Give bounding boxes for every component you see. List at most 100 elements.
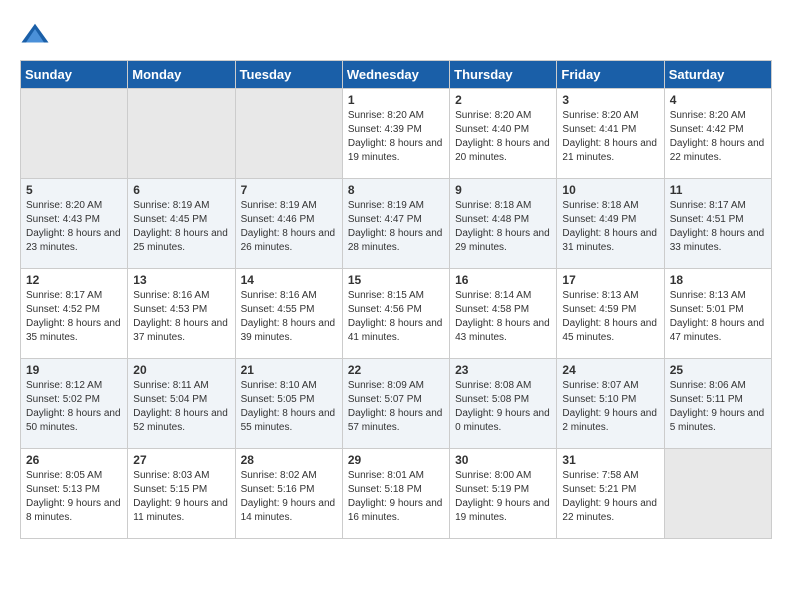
day-info: Sunrise: 8:19 AMSunset: 4:45 PMDaylight:… xyxy=(133,199,229,255)
header-day-wednesday: Wednesday xyxy=(342,61,449,89)
calendar-cell: 3 Sunrise: 8:20 AMSunset: 4:41 PMDaylight… xyxy=(557,89,664,179)
calendar-cell: 28 Sunrise: 8:02 AMSunset: 5:16 PMDayligh… xyxy=(235,449,342,539)
logo xyxy=(20,20,54,50)
calendar-body: 1 Sunrise: 8:20 AMSunset: 4:39 PMDaylight… xyxy=(21,89,772,539)
calendar-cell: 14Sunrise: 8:16 AMSunset: 4:55 PMDayligh… xyxy=(235,269,342,359)
day-number: 4 xyxy=(670,93,766,107)
day-info: Sunrise: 8:16 AMSunset: 4:53 PMDaylight:… xyxy=(133,289,229,345)
day-info: Sunrise: 8:18 AMSunset: 4:48 PMDaylight:… xyxy=(455,199,551,255)
calendar-header: SundayMondayTuesdayWednesdayThursdayFrid… xyxy=(21,61,772,89)
calendar-cell: 1 Sunrise: 8:20 AMSunset: 4:39 PMDaylight… xyxy=(342,89,449,179)
day-info: Sunrise: 8:20 AMSunset: 4:42 PMDaylight:… xyxy=(670,109,766,165)
calendar-cell: 11Sunrise: 8:17 AMSunset: 4:51 PMDayligh… xyxy=(664,179,771,269)
day-number: 6 xyxy=(133,183,229,197)
calendar-table: SundayMondayTuesdayWednesdayThursdayFrid… xyxy=(20,60,772,539)
day-number: 16 xyxy=(455,273,551,287)
day-info: Sunrise: 8:20 AMSunset: 4:43 PMDaylight:… xyxy=(26,199,122,255)
header-day-thursday: Thursday xyxy=(450,61,557,89)
day-info: Sunrise: 8:08 AMSunset: 5:08 PMDaylight:… xyxy=(455,379,551,435)
day-number: 24 xyxy=(562,363,658,377)
calendar-cell xyxy=(235,89,342,179)
header-day-monday: Monday xyxy=(128,61,235,89)
day-info: Sunrise: 8:07 AMSunset: 5:10 PMDaylight:… xyxy=(562,379,658,435)
day-info: Sunrise: 8:17 AMSunset: 4:52 PMDaylight:… xyxy=(26,289,122,345)
day-info: Sunrise: 8:18 AMSunset: 4:49 PMDaylight:… xyxy=(562,199,658,255)
day-number: 29 xyxy=(348,453,444,467)
calendar-cell: 7Sunrise: 8:19 AMSunset: 4:46 PMDaylight… xyxy=(235,179,342,269)
header-day-sunday: Sunday xyxy=(21,61,128,89)
calendar-cell: 13Sunrise: 8:16 AMSunset: 4:53 PMDayligh… xyxy=(128,269,235,359)
day-number: 8 xyxy=(348,183,444,197)
calendar-cell: 6 Sunrise: 8:19 AMSunset: 4:45 PMDaylight… xyxy=(128,179,235,269)
day-info: Sunrise: 8:00 AMSunset: 5:19 PMDaylight:… xyxy=(455,469,551,525)
page-header xyxy=(20,20,772,50)
day-info: Sunrise: 8:16 AMSunset: 4:55 PMDaylight:… xyxy=(241,289,337,345)
day-number: 3 xyxy=(562,93,658,107)
day-info: Sunrise: 8:13 AMSunset: 4:59 PMDaylight:… xyxy=(562,289,658,345)
header-row: SundayMondayTuesdayWednesdayThursdayFrid… xyxy=(21,61,772,89)
header-day-tuesday: Tuesday xyxy=(235,61,342,89)
day-info: Sunrise: 8:20 AMSunset: 4:41 PMDaylight:… xyxy=(562,109,658,165)
day-number: 19 xyxy=(26,363,122,377)
day-info: Sunrise: 8:13 AMSunset: 5:01 PMDaylight:… xyxy=(670,289,766,345)
day-number: 17 xyxy=(562,273,658,287)
day-number: 26 xyxy=(26,453,122,467)
day-info: Sunrise: 8:17 AMSunset: 4:51 PMDaylight:… xyxy=(670,199,766,255)
day-info: Sunrise: 8:06 AMSunset: 5:11 PMDaylight:… xyxy=(670,379,766,435)
calendar-cell: 22Sunrise: 8:09 AMSunset: 5:07 PMDayligh… xyxy=(342,359,449,449)
week-row: 12 Sunrise: 8:17 AMSunset: 4:52 PMDayligh… xyxy=(21,269,772,359)
week-row: 19 Sunrise: 8:12 AMSunset: 5:02 PMDayligh… xyxy=(21,359,772,449)
day-number: 31 xyxy=(562,453,658,467)
calendar-cell: 17 Sunrise: 8:13 AMSunset: 4:59 PMDayligh… xyxy=(557,269,664,359)
day-number: 2 xyxy=(455,93,551,107)
calendar-cell: 8 Sunrise: 8:19 AMSunset: 4:47 PMDaylight… xyxy=(342,179,449,269)
calendar-cell: 19 Sunrise: 8:12 AMSunset: 5:02 PMDayligh… xyxy=(21,359,128,449)
calendar-cell xyxy=(128,89,235,179)
calendar-cell: 12 Sunrise: 8:17 AMSunset: 4:52 PMDayligh… xyxy=(21,269,128,359)
day-info: Sunrise: 8:09 AMSunset: 5:07 PMDaylight:… xyxy=(348,379,444,435)
calendar-cell: 18 Sunrise: 8:13 AMSunset: 5:01 PMDayligh… xyxy=(664,269,771,359)
calendar-cell: 24 Sunrise: 8:07 AMSunset: 5:10 PMDayligh… xyxy=(557,359,664,449)
day-info: Sunrise: 8:02 AMSunset: 5:16 PMDaylight:… xyxy=(241,469,337,525)
day-info: Sunrise: 8:03 AMSunset: 5:15 PMDaylight:… xyxy=(133,469,229,525)
day-number: 20 xyxy=(133,363,229,377)
day-number: 23 xyxy=(455,363,551,377)
day-info: Sunrise: 8:01 AMSunset: 5:18 PMDaylight:… xyxy=(348,469,444,525)
day-info: Sunrise: 7:58 AMSunset: 5:21 PMDaylight:… xyxy=(562,469,658,525)
calendar-cell xyxy=(664,449,771,539)
calendar-cell: 30 Sunrise: 8:00 AMSunset: 5:19 PMDayligh… xyxy=(450,449,557,539)
day-info: Sunrise: 8:14 AMSunset: 4:58 PMDaylight:… xyxy=(455,289,551,345)
calendar-cell: 4 Sunrise: 8:20 AMSunset: 4:42 PMDaylight… xyxy=(664,89,771,179)
week-row: 26Sunrise: 8:05 AMSunset: 5:13 PMDayligh… xyxy=(21,449,772,539)
calendar-cell: 16 Sunrise: 8:14 AMSunset: 4:58 PMDayligh… xyxy=(450,269,557,359)
calendar-cell: 23 Sunrise: 8:08 AMSunset: 5:08 PMDayligh… xyxy=(450,359,557,449)
day-number: 10 xyxy=(562,183,658,197)
calendar-cell: 26Sunrise: 8:05 AMSunset: 5:13 PMDayligh… xyxy=(21,449,128,539)
day-number: 12 xyxy=(26,273,122,287)
week-row: 5 Sunrise: 8:20 AMSunset: 4:43 PMDaylight… xyxy=(21,179,772,269)
header-day-saturday: Saturday xyxy=(664,61,771,89)
header-day-friday: Friday xyxy=(557,61,664,89)
calendar-cell: 31 Sunrise: 7:58 AMSunset: 5:21 PMDayligh… xyxy=(557,449,664,539)
day-info: Sunrise: 8:20 AMSunset: 4:40 PMDaylight:… xyxy=(455,109,551,165)
day-info: Sunrise: 8:20 AMSunset: 4:39 PMDaylight:… xyxy=(348,109,444,165)
calendar-cell: 29 Sunrise: 8:01 AMSunset: 5:18 PMDayligh… xyxy=(342,449,449,539)
day-number: 18 xyxy=(670,273,766,287)
day-info: Sunrise: 8:19 AMSunset: 4:46 PMDaylight:… xyxy=(241,199,337,255)
day-number: 1 xyxy=(348,93,444,107)
day-number: 30 xyxy=(455,453,551,467)
day-number: 27 xyxy=(133,453,229,467)
calendar-cell: 15Sunrise: 8:15 AMSunset: 4:56 PMDayligh… xyxy=(342,269,449,359)
day-info: Sunrise: 8:19 AMSunset: 4:47 PMDaylight:… xyxy=(348,199,444,255)
day-info: Sunrise: 8:12 AMSunset: 5:02 PMDaylight:… xyxy=(26,379,122,435)
day-number: 5 xyxy=(26,183,122,197)
calendar-cell: 25Sunrise: 8:06 AMSunset: 5:11 PMDayligh… xyxy=(664,359,771,449)
day-number: 28 xyxy=(241,453,337,467)
day-info: Sunrise: 8:15 AMSunset: 4:56 PMDaylight:… xyxy=(348,289,444,345)
calendar-cell: 2 Sunrise: 8:20 AMSunset: 4:40 PMDaylight… xyxy=(450,89,557,179)
day-info: Sunrise: 8:11 AMSunset: 5:04 PMDaylight:… xyxy=(133,379,229,435)
day-number: 21 xyxy=(241,363,337,377)
logo-icon xyxy=(20,20,50,50)
day-info: Sunrise: 8:10 AMSunset: 5:05 PMDaylight:… xyxy=(241,379,337,435)
calendar-cell: 20 Sunrise: 8:11 AMSunset: 5:04 PMDayligh… xyxy=(128,359,235,449)
